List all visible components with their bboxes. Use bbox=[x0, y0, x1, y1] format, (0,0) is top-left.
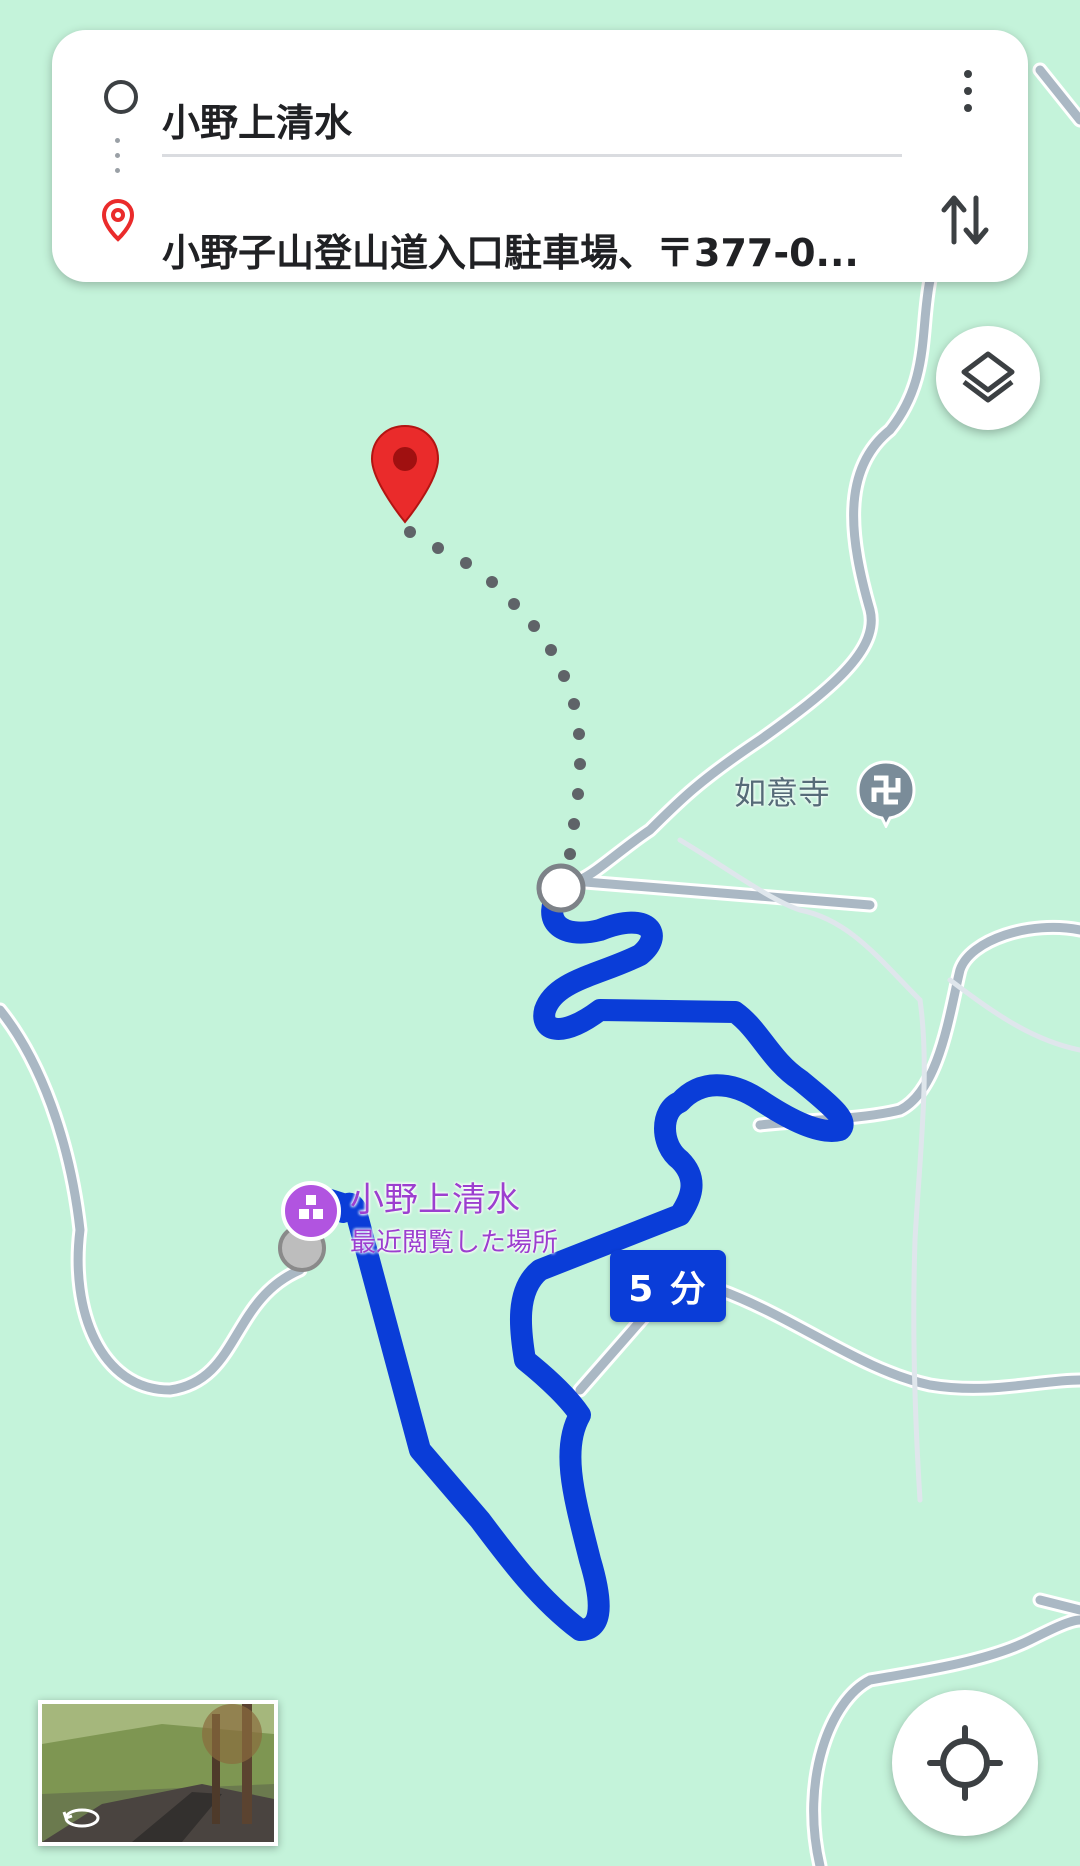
route-line bbox=[332, 879, 854, 1641]
connector-dots-icon bbox=[115, 138, 121, 188]
destination-pin-icon bbox=[101, 198, 135, 242]
route-duration-badge[interactable]: 5 分 bbox=[610, 1250, 726, 1322]
poi-subtitle-label: 最近閲覧した場所 bbox=[350, 1228, 559, 1258]
origin-circle-icon bbox=[104, 80, 138, 114]
my-location-icon bbox=[927, 1725, 1003, 1801]
swap-vert-icon[interactable] bbox=[938, 190, 992, 250]
route-end-marker bbox=[536, 863, 586, 913]
layers-icon bbox=[961, 351, 1015, 403]
more-vert-icon[interactable] bbox=[956, 70, 980, 130]
street-view-thumbnail[interactable] bbox=[38, 1700, 278, 1846]
destination-field[interactable]: 小野子山登山道入口駐車場、〒377-0... bbox=[162, 222, 902, 277]
temple-label[interactable]: 如意寺 bbox=[734, 768, 830, 814]
directions-card: 小野上清水 小野子山登山道入口駐車場、〒377-0... bbox=[52, 30, 1028, 282]
poi-marker-icon[interactable] bbox=[280, 1180, 342, 1242]
temple-marker-icon[interactable] bbox=[854, 758, 918, 828]
poi-name-label[interactable]: 小野上清水 bbox=[350, 1172, 520, 1221]
field-divider bbox=[162, 154, 902, 157]
street-view-rotate-icon bbox=[62, 1808, 100, 1828]
origin-field[interactable]: 小野上清水 bbox=[162, 92, 882, 147]
destination-pin-marker[interactable] bbox=[370, 424, 440, 524]
my-location-button[interactable] bbox=[892, 1690, 1038, 1836]
layers-button[interactable] bbox=[936, 326, 1040, 430]
